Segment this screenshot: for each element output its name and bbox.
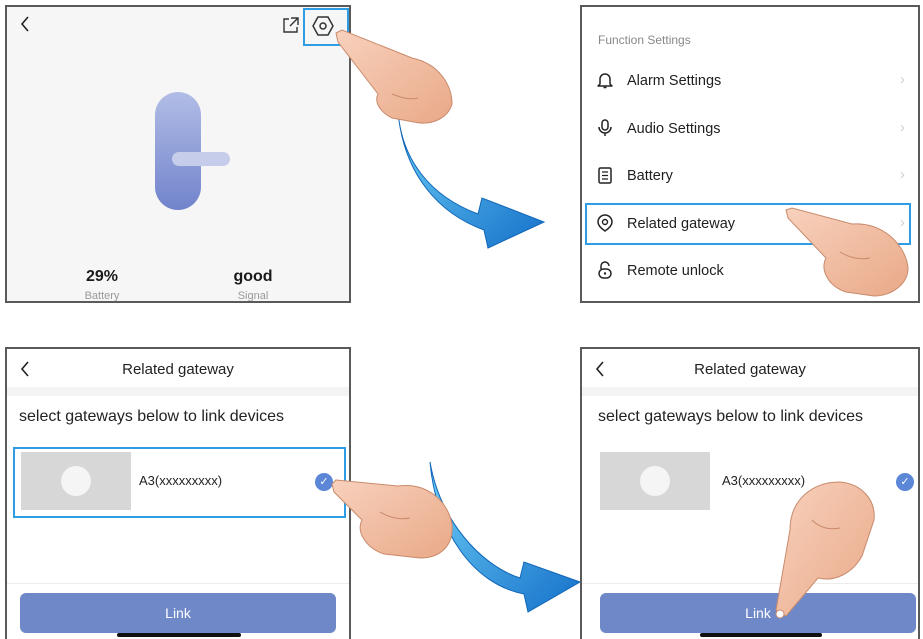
pointing-hand-icon: [775, 481, 875, 619]
instruction-overlay: [331, 29, 909, 619]
arrow-icon: [397, 111, 546, 249]
arrow-icon: [429, 461, 582, 613]
pointing-hand-icon: [785, 207, 909, 297]
pointing-hand-icon: [335, 29, 453, 124]
